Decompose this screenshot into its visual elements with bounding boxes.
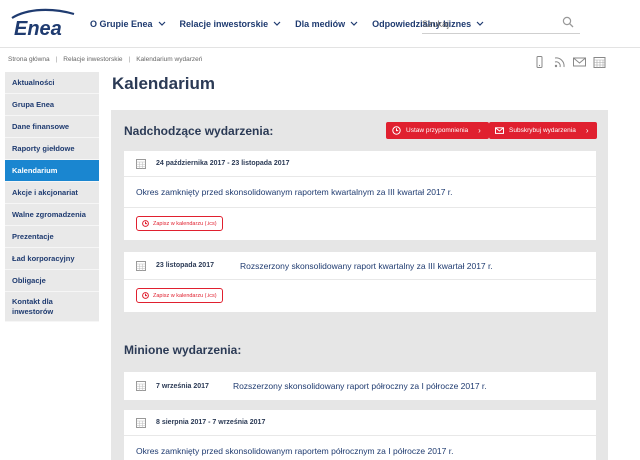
breadcrumb-item-home[interactable]: Strona główna bbox=[8, 56, 50, 63]
event-date-row: 7 września 2017 Rozszerzony skonsolidowa… bbox=[124, 372, 596, 400]
event-date: 24 października 2017 - 23 listopada 2017 bbox=[156, 160, 290, 167]
event-actions: Zapisz w kalendarzu (.ics) bbox=[124, 280, 596, 312]
breadcrumb-item-relacje[interactable]: Relacje inwestorskie bbox=[63, 56, 122, 63]
save-to-calendar-button[interactable]: Zapisz w kalendarzu (.ics) bbox=[136, 216, 223, 231]
mail-icon[interactable] bbox=[573, 56, 586, 68]
past-section-title: Minione wydarzenia: bbox=[124, 343, 242, 357]
event-title[interactable]: Okres zamknięty przed skonsolidowanym ra… bbox=[124, 436, 596, 460]
sidebar-item-label: Prezentacje bbox=[12, 232, 54, 241]
event-date: 7 września 2017 bbox=[156, 382, 209, 390]
save-to-calendar-label: Zapisz w kalendarzu (.ics) bbox=[153, 292, 217, 299]
nav-item-label: O Grupie Enea bbox=[90, 19, 153, 29]
clock-icon bbox=[142, 220, 149, 227]
sidebar-item-label: Ład korporacyjny bbox=[12, 254, 75, 263]
nav-item-media[interactable]: Dla mediów bbox=[295, 19, 358, 29]
breadcrumb-separator: | bbox=[128, 56, 131, 63]
enea-logo-graphic: Enea bbox=[11, 8, 75, 40]
sidebar-item-kontakt[interactable]: Kontakt dla inwestorów bbox=[5, 292, 99, 322]
page-title: Kalendarium bbox=[112, 74, 215, 93]
sidebar-item-prezentacje[interactable]: Prezentacje bbox=[5, 226, 99, 248]
set-reminders-label: Ustaw przypomnienia bbox=[406, 127, 469, 134]
page-tools bbox=[526, 56, 606, 68]
nav-item-o-grupie[interactable]: O Grupie Enea bbox=[90, 19, 166, 29]
nav-item-relacje[interactable]: Relacje inwestorskie bbox=[180, 19, 282, 29]
search-input[interactable] bbox=[422, 15, 552, 33]
calendar-icon bbox=[136, 158, 146, 169]
events-panel: Nadchodzące wydarzenia: Ustaw przypomnie… bbox=[111, 110, 608, 460]
sidebar-item-dane-finansowe[interactable]: Dane finansowe bbox=[5, 116, 99, 138]
chevron-down-icon bbox=[273, 21, 281, 26]
past-event-card: 7 września 2017 Rozszerzony skonsolidowa… bbox=[124, 372, 596, 400]
event-date: 23 listopada 2017 bbox=[156, 262, 214, 269]
chevron-right-icon: › bbox=[478, 126, 481, 135]
upcoming-section-title: Nadchodzące wydarzenia: bbox=[124, 124, 274, 138]
sidebar-item-label: Aktualności bbox=[12, 78, 55, 87]
event-title[interactable]: Rozszerzony skonsolidowany raport półroc… bbox=[233, 381, 487, 391]
subscribe-events-label: Subskrybuj wydarzenia bbox=[509, 127, 576, 134]
site-header: Enea O Grupie Enea Relacje inwestorskie … bbox=[0, 0, 640, 48]
clock-icon bbox=[142, 292, 149, 299]
event-date-row: 8 sierpnia 2017 - 7 września 2017 bbox=[124, 410, 596, 436]
calendar-icon[interactable] bbox=[593, 56, 606, 68]
sidebar-item-label: Raporty giełdowe bbox=[12, 144, 75, 153]
set-reminders-button[interactable]: Ustaw przypomnienia › bbox=[386, 122, 489, 139]
rss-icon[interactable] bbox=[553, 56, 566, 68]
sidebar-item-label: Kontakt dla inwestorów bbox=[12, 296, 54, 316]
calendar-icon bbox=[136, 260, 146, 271]
breadcrumb-item-current: Kalendarium wydarzeń bbox=[136, 56, 203, 63]
sidebar-item-aktualnosci[interactable]: Aktualności bbox=[5, 72, 99, 94]
sidebar-item-grupa-enea[interactable]: Grupa Enea bbox=[5, 94, 99, 116]
mail-icon bbox=[495, 127, 504, 134]
sidebar-item-label: Kalendarium bbox=[12, 166, 58, 175]
upcoming-event-card: 24 października 2017 - 23 listopada 2017… bbox=[124, 151, 596, 240]
sidebar-item-raporty[interactable]: Raporty giełdowe bbox=[5, 138, 99, 160]
sidebar-item-label: Grupa Enea bbox=[12, 100, 55, 109]
search-icon[interactable] bbox=[562, 16, 574, 28]
nav-item-label: Dla mediów bbox=[295, 19, 346, 29]
event-title[interactable]: Okres zamknięty przed skonsolidowanym ra… bbox=[124, 177, 596, 208]
breadcrumb: Strona główna | Relacje inwestorskie | K… bbox=[8, 56, 202, 63]
event-date-row: 23 listopada 2017 Rozszerzony skonsolido… bbox=[124, 252, 596, 280]
upcoming-event-card: 23 listopada 2017 Rozszerzony skonsolido… bbox=[124, 252, 596, 312]
sidebar-item-akcje[interactable]: Akcje i akcjonariat bbox=[5, 182, 99, 204]
search-box bbox=[422, 14, 580, 34]
event-title[interactable]: Rozszerzony skonsolidowany raport kwarta… bbox=[240, 261, 493, 271]
sidebar-item-walne[interactable]: Walne zgromadzenia bbox=[5, 204, 99, 226]
sidebar-item-obligacje[interactable]: Obligacje bbox=[5, 270, 99, 292]
event-actions: Zapisz w kalendarzu (.ics) bbox=[124, 208, 596, 240]
save-to-calendar-label: Zapisz w kalendarzu (.ics) bbox=[153, 220, 217, 227]
sidebar-item-kalendarium[interactable]: Kalendarium bbox=[5, 160, 99, 182]
past-event-card: 8 sierpnia 2017 - 7 września 2017 Okres … bbox=[124, 410, 596, 460]
breadcrumb-separator: | bbox=[55, 56, 58, 63]
subscribe-events-button[interactable]: Subskrybuj wydarzenia › bbox=[489, 122, 597, 139]
sidebar-nav: Aktualności Grupa Enea Dane finansowe Ra… bbox=[5, 72, 99, 322]
chevron-down-icon bbox=[350, 21, 358, 26]
sidebar-item-lad[interactable]: Ład korporacyjny bbox=[5, 248, 99, 270]
chevron-right-icon: › bbox=[585, 126, 589, 135]
sidebar-item-label: Obligacje bbox=[12, 276, 46, 285]
event-date-row: 24 października 2017 - 23 listopada 2017 bbox=[124, 151, 596, 177]
sidebar-item-label: Akcje i akcjonariat bbox=[12, 188, 78, 197]
event-date: 8 sierpnia 2017 - 7 września 2017 bbox=[156, 419, 266, 426]
save-to-calendar-button[interactable]: Zapisz w kalendarzu (.ics) bbox=[136, 288, 223, 303]
chevron-down-icon bbox=[158, 21, 165, 26]
calendar-icon bbox=[136, 417, 146, 428]
calendar-icon bbox=[136, 381, 146, 391]
nav-item-label: Relacje inwestorskie bbox=[179, 19, 269, 29]
enea-logo[interactable]: Enea bbox=[8, 6, 78, 40]
svg-text:Enea: Enea bbox=[14, 18, 62, 40]
sidebar-item-label: Dane finansowe bbox=[12, 122, 70, 131]
clock-icon bbox=[392, 126, 401, 135]
sidebar-item-label: Walne zgromadzenia bbox=[12, 210, 86, 219]
mobile-icon[interactable] bbox=[533, 56, 546, 68]
